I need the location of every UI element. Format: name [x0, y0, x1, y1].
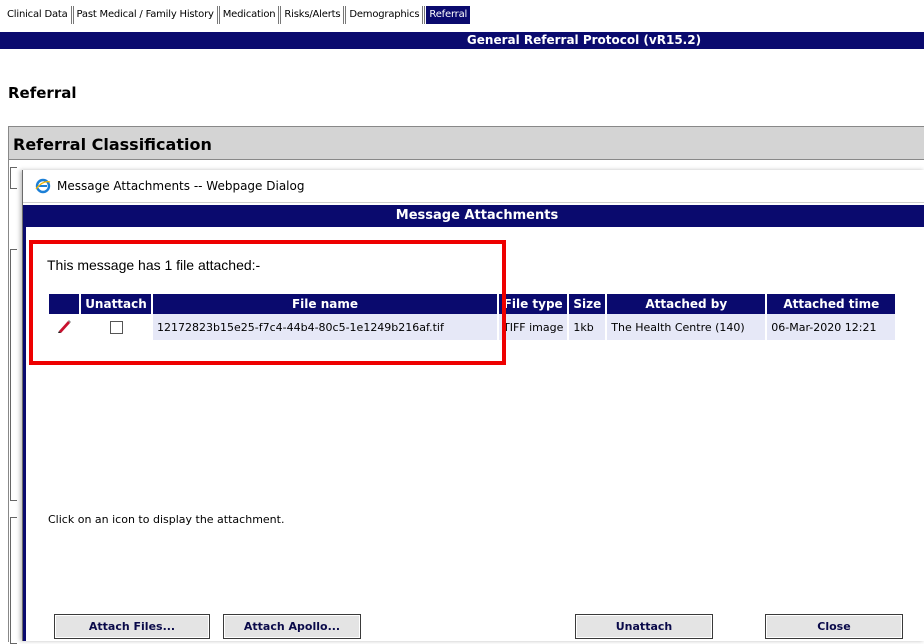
pencil-icon[interactable]: [49, 314, 79, 340]
unattach-button[interactable]: Unattach: [575, 614, 713, 639]
attach-apollo-button[interactable]: Attach Apollo...: [223, 614, 361, 639]
icon-column-header: [49, 294, 79, 314]
background-field: [10, 167, 17, 189]
column-header-file-type: File type: [499, 294, 568, 314]
attachments-table: Unattach File name File type Size Attach…: [47, 294, 897, 340]
tab-risks-alerts[interactable]: Risks/Alerts: [281, 6, 347, 24]
dialog-window-title: Message Attachments -- Webpage Dialog: [57, 179, 305, 193]
instruction-text: Click on an icon to display the attachme…: [48, 513, 285, 526]
column-header-attached-time: Attached time: [767, 294, 896, 314]
dialog-header: Message Attachments: [26, 205, 924, 227]
dialog-titlebar[interactable]: Message Attachments -- Webpage Dialog: [23, 170, 924, 203]
attach-files-button[interactable]: Attach Files...: [54, 614, 210, 639]
background-field: [10, 249, 17, 501]
tab-demographics[interactable]: Demographics: [346, 6, 426, 24]
attachment-count-message: This message has 1 file attached:-: [47, 257, 261, 273]
column-header-file-name: File name: [153, 294, 497, 314]
protocol-header: General Referral Protocol (vR15.2): [0, 32, 924, 49]
internet-explorer-icon: [35, 178, 51, 194]
tab-referral[interactable]: Referral: [426, 6, 471, 24]
attached-by-cell: The Health Centre (140): [607, 314, 766, 340]
column-header-attached-by: Attached by: [607, 294, 766, 314]
tab-clinical-data[interactable]: Clinical Data: [4, 6, 74, 24]
unattach-cell: [81, 314, 151, 340]
attached-time-cell: 06-Mar-2020 12:21: [767, 314, 896, 340]
column-header-unattach: Unattach: [81, 294, 151, 314]
table-header-row: Unattach File name File type Size Attach…: [49, 294, 896, 314]
tab-strip: Clinical Data Past Medical / Family Hist…: [4, 6, 471, 24]
size-cell: 1kb: [569, 314, 606, 340]
file-type-cell: TIFF image: [499, 314, 568, 340]
dialog-body: Message Attachments This message has 1 f…: [23, 205, 924, 641]
background-field: [10, 517, 17, 644]
tab-medication[interactable]: Medication: [220, 6, 282, 24]
referral-classification-title: Referral Classification: [9, 127, 924, 160]
close-button[interactable]: Close: [765, 614, 903, 639]
message-attachments-dialog: Message Attachments -- Webpage Dialog Me…: [22, 170, 924, 641]
tab-past-medical-history[interactable]: Past Medical / Family History: [74, 6, 220, 24]
file-name-cell[interactable]: 12172823b15e25-f7c4-44b4-80c5-1e1249b216…: [153, 314, 497, 340]
table-row: 12172823b15e25-f7c4-44b4-80c5-1e1249b216…: [49, 314, 896, 340]
column-header-size: Size: [569, 294, 606, 314]
page-title: Referral: [8, 84, 77, 102]
unattach-checkbox[interactable]: [109, 320, 123, 334]
protocol-title: General Referral Protocol (vR15.2): [466, 33, 702, 47]
